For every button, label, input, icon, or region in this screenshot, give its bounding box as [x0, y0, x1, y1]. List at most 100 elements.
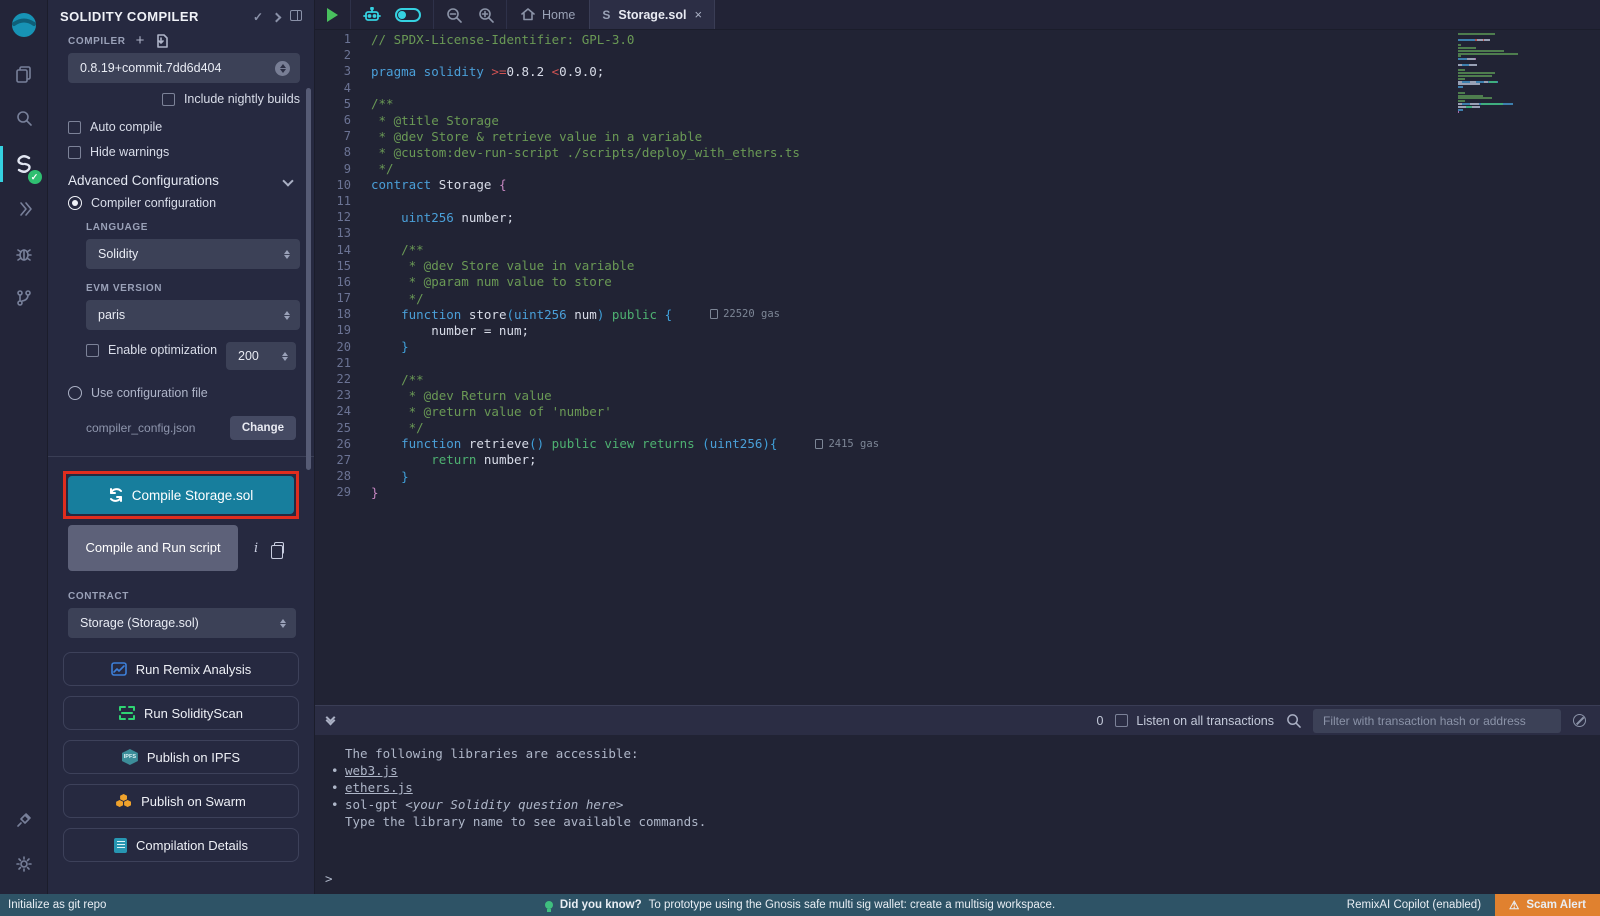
- deploy-run-icon[interactable]: [0, 188, 48, 232]
- search-icon[interactable]: [0, 96, 48, 140]
- tab-home[interactable]: Home: [507, 0, 589, 29]
- compiler-configuration-radio[interactable]: Compiler configuration: [48, 196, 314, 210]
- code-line[interactable]: 28 }: [315, 468, 1600, 484]
- code-line[interactable]: 17 */: [315, 290, 1600, 306]
- publish-on-swarm-button[interactable]: Publish on Swarm: [63, 784, 299, 818]
- plugin-manager-icon[interactable]: [0, 798, 48, 842]
- line-number[interactable]: 5: [315, 97, 371, 111]
- code-line[interactable]: 25 */: [315, 420, 1600, 436]
- line-number[interactable]: 8: [315, 145, 371, 159]
- zoom-in-icon[interactable]: [478, 7, 494, 23]
- line-number[interactable]: 12: [315, 210, 371, 224]
- line-number[interactable]: 4: [315, 81, 371, 95]
- code-line[interactable]: 5/**: [315, 96, 1600, 112]
- hide-warnings-checkbox[interactable]: Hide warnings: [68, 145, 300, 159]
- code-line[interactable]: 15 * @dev Store value in variable: [315, 258, 1600, 274]
- line-number[interactable]: 13: [315, 226, 371, 240]
- code-line[interactable]: 14 /**: [315, 241, 1600, 257]
- line-number[interactable]: 3: [315, 64, 371, 78]
- ai-copilot-robot-icon[interactable]: [363, 7, 381, 23]
- code-line[interactable]: 3pragma solidity >=0.8.2 <0.9.0;: [315, 63, 1600, 79]
- line-number[interactable]: 21: [315, 356, 371, 370]
- collapse-terminal-icon[interactable]: [327, 718, 334, 724]
- copy-icon[interactable]: [274, 542, 284, 554]
- code-line[interactable]: 26 function retrieve() public view retur…: [315, 436, 1600, 452]
- code-line[interactable]: 21: [315, 355, 1600, 371]
- line-number[interactable]: 24: [315, 404, 371, 418]
- add-compiler-icon[interactable]: +: [136, 36, 145, 46]
- run-solidityscan-button[interactable]: Run SolidityScan: [63, 696, 299, 730]
- run-script-icon[interactable]: [327, 8, 338, 22]
- enable-optimization-checkbox[interactable]: Enable optimization: [86, 342, 218, 358]
- advanced-configurations-toggle[interactable]: Advanced Configurations: [48, 159, 314, 196]
- terminal-output[interactable]: The following libraries are accessible:•…: [315, 735, 1600, 894]
- terminal-prompt[interactable]: >: [325, 871, 333, 886]
- line-number[interactable]: 22: [315, 372, 371, 386]
- panel-scrollbar[interactable]: [306, 88, 311, 470]
- compiler-version-select[interactable]: 0.8.19+commit.7dd6d404: [68, 53, 300, 83]
- use-configuration-file-radio[interactable]: Use configuration file: [48, 370, 314, 400]
- line-number[interactable]: 7: [315, 129, 371, 143]
- line-number[interactable]: 15: [315, 259, 371, 273]
- optimize-runs-input[interactable]: 200: [226, 342, 296, 370]
- code-line[interactable]: 23 * @dev Return value: [315, 387, 1600, 403]
- code-line[interactable]: 29}: [315, 484, 1600, 500]
- code-line[interactable]: 11: [315, 193, 1600, 209]
- run-remix-analysis-button[interactable]: Run Remix Analysis: [63, 652, 299, 686]
- line-number[interactable]: 28: [315, 469, 371, 483]
- code-line[interactable]: 1// SPDX-License-Identifier: GPL-3.0: [315, 31, 1600, 47]
- line-number[interactable]: 19: [315, 323, 371, 337]
- code-line[interactable]: 13: [315, 225, 1600, 241]
- line-number[interactable]: 29: [315, 485, 371, 499]
- contract-select[interactable]: Storage (Storage.sol): [68, 608, 296, 638]
- compilation-details-button[interactable]: Compilation Details: [63, 828, 299, 862]
- auto-compile-checkbox[interactable]: Auto compile: [68, 120, 300, 134]
- git-icon[interactable]: [0, 276, 48, 320]
- line-number[interactable]: 14: [315, 243, 371, 257]
- library-link[interactable]: web3.js: [345, 762, 398, 779]
- code-line[interactable]: 10contract Storage {: [315, 177, 1600, 193]
- line-number[interactable]: 16: [315, 275, 371, 289]
- settings-icon[interactable]: [0, 842, 48, 886]
- solidity-compiler-icon[interactable]: ✓: [0, 140, 48, 188]
- code-line[interactable]: 19 number = num;: [315, 322, 1600, 338]
- line-number[interactable]: 10: [315, 178, 371, 192]
- line-number[interactable]: 27: [315, 453, 371, 467]
- line-number[interactable]: 18: [315, 307, 371, 321]
- code-line[interactable]: 22 /**: [315, 371, 1600, 387]
- line-number[interactable]: 23: [315, 388, 371, 402]
- terminal-search-icon[interactable]: [1286, 713, 1301, 728]
- tab-storage-sol[interactable]: S Storage.sol ×: [589, 0, 715, 29]
- line-number[interactable]: 9: [315, 162, 371, 176]
- zoom-out-icon[interactable]: [446, 7, 462, 23]
- line-number[interactable]: 11: [315, 194, 371, 208]
- editor-minimap[interactable]: [1458, 33, 1556, 114]
- publish-on-ipfs-button[interactable]: IPFS Publish on IPFS: [63, 740, 299, 774]
- load-compiler-icon[interactable]: [154, 34, 168, 48]
- code-line[interactable]: 9 */: [315, 161, 1600, 177]
- clear-terminal-icon[interactable]: [1573, 714, 1586, 727]
- remix-logo-icon[interactable]: [0, 0, 48, 52]
- line-number[interactable]: 2: [315, 48, 371, 62]
- line-number[interactable]: 6: [315, 113, 371, 127]
- line-number[interactable]: 1: [315, 32, 371, 46]
- line-number[interactable]: 20: [315, 340, 371, 354]
- line-number[interactable]: 26: [315, 437, 371, 451]
- copilot-toggle[interactable]: [395, 8, 421, 22]
- compile-and-run-button[interactable]: Compile and Run script: [68, 525, 238, 571]
- code-line[interactable]: 8 * @custom:dev-run-script ./scripts/dep…: [315, 144, 1600, 160]
- info-icon[interactable]: i: [254, 541, 258, 556]
- code-line[interactable]: 16 * @param num value to store: [315, 274, 1600, 290]
- code-line[interactable]: 2: [315, 47, 1600, 63]
- close-tab-icon[interactable]: ×: [694, 7, 702, 22]
- file-explorer-icon[interactable]: [0, 52, 48, 96]
- listen-all-transactions-checkbox[interactable]: Listen on all transactions: [1115, 714, 1274, 728]
- code-line[interactable]: 20 }: [315, 339, 1600, 355]
- library-link[interactable]: ethers.js: [345, 779, 413, 796]
- code-line[interactable]: 6 * @title Storage: [315, 112, 1600, 128]
- code-editor[interactable]: 1// SPDX-License-Identifier: GPL-3.023pr…: [315, 30, 1600, 705]
- include-nightly-checkbox[interactable]: Include nightly builds: [68, 92, 300, 106]
- maximize-panel-icon[interactable]: [290, 10, 302, 24]
- code-line[interactable]: 18 function store(uint256 num) public {2…: [315, 306, 1600, 322]
- code-line[interactable]: 4: [315, 80, 1600, 96]
